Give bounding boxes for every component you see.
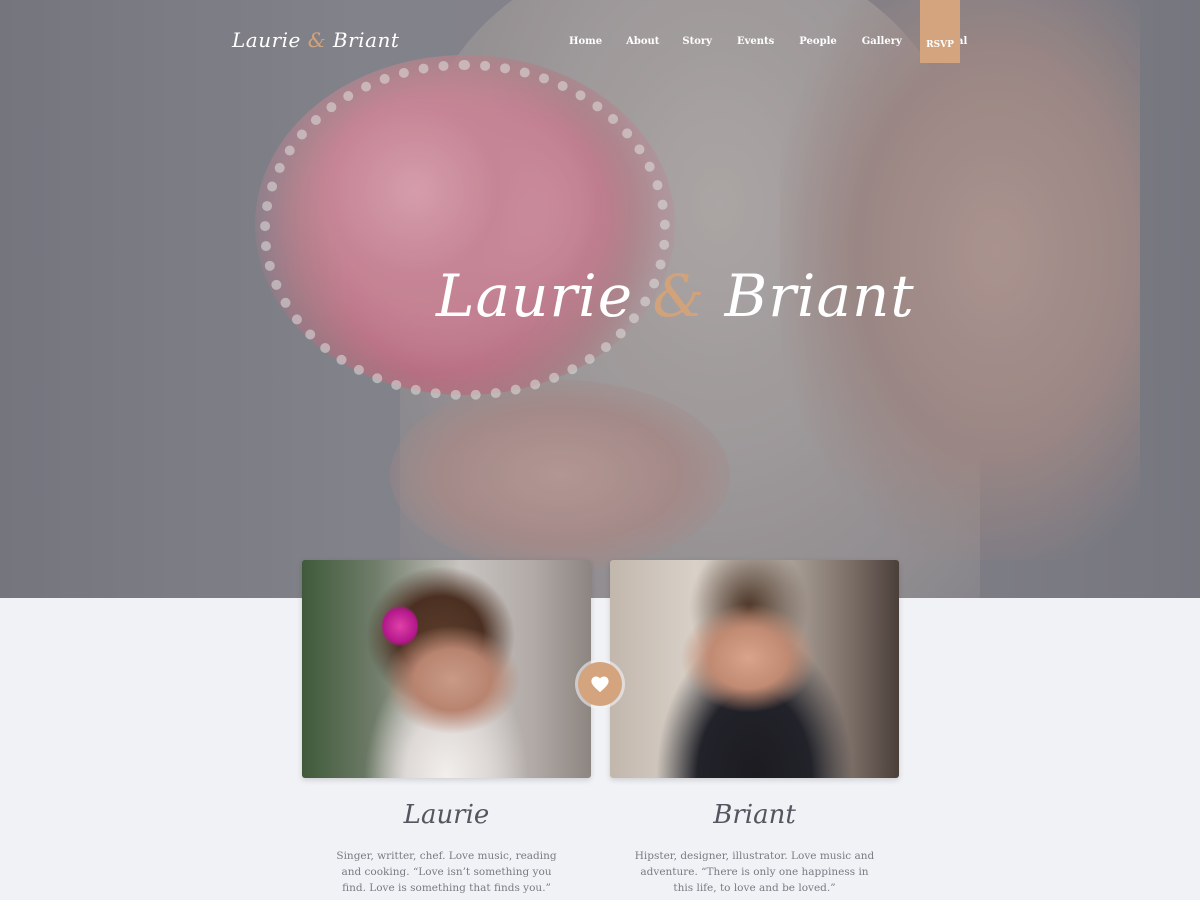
nav-home[interactable]: Home bbox=[569, 36, 602, 47]
bride-photo bbox=[302, 560, 591, 778]
hero-title-ampersand: & bbox=[652, 262, 706, 330]
groom-photo bbox=[610, 560, 899, 778]
site-logo[interactable]: Laurie & Briant bbox=[232, 28, 399, 52]
rsvp-button[interactable]: RSVP bbox=[920, 0, 960, 63]
logo-ampersand: & bbox=[307, 28, 327, 52]
groom-name: Briant bbox=[713, 800, 796, 830]
logo-second-name: Briant bbox=[332, 28, 400, 52]
main-nav: Home About Story Events People Gallery J… bbox=[569, 36, 967, 47]
logo-first-name: Laurie bbox=[232, 28, 301, 52]
heart-badge bbox=[578, 662, 622, 706]
nav-events[interactable]: Events bbox=[737, 36, 774, 47]
groom-bio: Hipster, designer, illustrator. Love mus… bbox=[634, 850, 875, 894]
heart-icon bbox=[591, 676, 609, 693]
nav-story[interactable]: Story bbox=[682, 36, 712, 47]
nav-about[interactable]: About bbox=[626, 36, 659, 47]
hero-title: Laurie & Briant bbox=[436, 262, 914, 330]
bride-bio: Singer, writter, chef. Love music, readi… bbox=[336, 850, 557, 894]
hero-title-first: Laurie bbox=[436, 262, 634, 330]
hair-flower bbox=[382, 605, 418, 647]
hero-title-second: Briant bbox=[724, 262, 915, 330]
bride-name: Laurie bbox=[403, 800, 490, 830]
nav-people[interactable]: People bbox=[799, 36, 836, 47]
nav-gallery[interactable]: Gallery bbox=[862, 36, 902, 47]
